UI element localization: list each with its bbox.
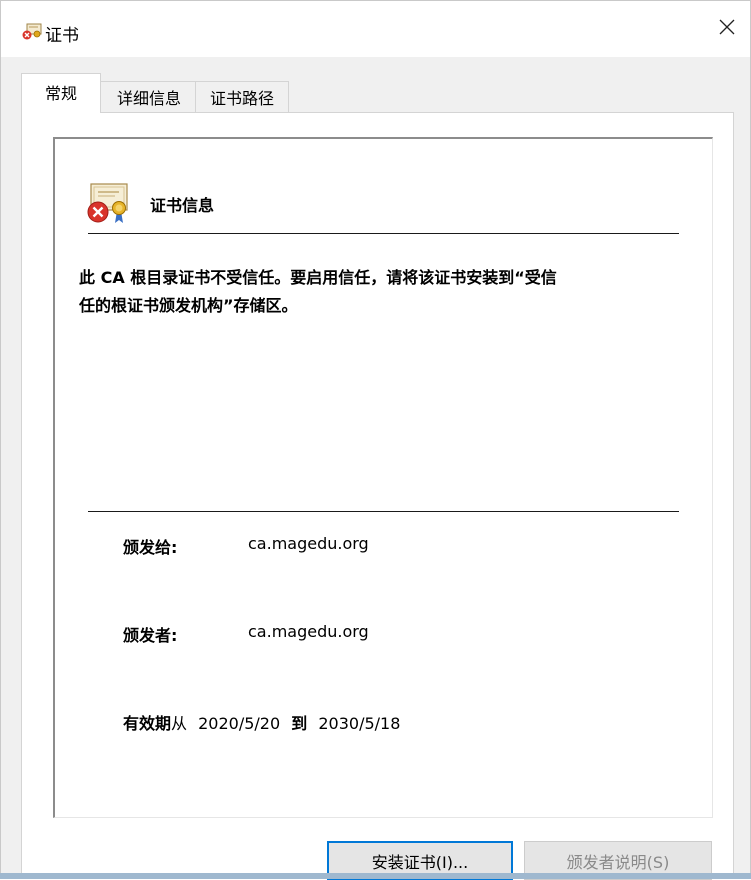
heading-divider [88,233,679,234]
issuer-statement-label: 颁发者说明(S) [566,852,670,872]
issued-to-label: 颁发给: [123,538,178,557]
certificate-error-icon [22,23,42,41]
certificate-info-heading: 证书信息 [150,196,215,215]
issued-by-label: 颁发者: [123,626,178,645]
validity-to-word: 到 [291,714,308,733]
close-icon [718,18,736,40]
validity-label: 有效期 [123,714,172,733]
window-title: 证书 [45,26,79,46]
tab-general[interactable]: 常规 [21,73,101,113]
validity-row: 有效期从 2020/5/20 到 2030/5/18 [123,710,400,734]
general-tab-panel: 证书信息 此 CA 根目录证书不受信任。要启用信任，请将该证书安装到“受信 任的… [21,112,734,880]
certificate-error-icon [85,181,131,225]
untrusted-warning: 此 CA 根目录证书不受信任。要启用信任，请将该证书安装到“受信 任的根证书颁发… [79,264,679,320]
title-bar: 证书 [1,1,750,57]
tab-details[interactable]: 详细信息 [100,81,198,112]
certificate-info-box: 证书信息 此 CA 根目录证书不受信任。要启用信任，请将该证书安装到“受信 任的… [53,137,713,818]
window-bottom-edge [0,873,751,879]
tab-certification-path-label: 证书路径 [209,89,274,108]
validity-from-word: 从 [171,714,188,733]
validity-from-date: 2020/5/20 [198,714,281,733]
close-button[interactable] [704,11,750,47]
warning-line-1: 此 CA 根目录证书不受信任。要启用信任，请将该证书安装到“受信 [79,268,557,287]
issued-by-value: ca.magedu.org [248,622,369,641]
tab-certification-path[interactable]: 证书路径 [195,81,289,112]
tab-general-label: 常规 [44,84,77,103]
warning-line-2: 任的根证书颁发机构”存储区。 [79,296,298,315]
issued-to-value: ca.magedu.org [248,534,369,553]
install-certificate-label: 安装证书(I)... [371,852,469,872]
tab-details-label: 详细信息 [116,89,181,108]
validity-to-date: 2030/5/18 [318,714,401,733]
certificate-dialog: 证书 常规 详细信息 证书路径 证书信息 此 CA 根目录证书不受信任。要启用信… [0,0,751,880]
details-divider [88,511,679,512]
